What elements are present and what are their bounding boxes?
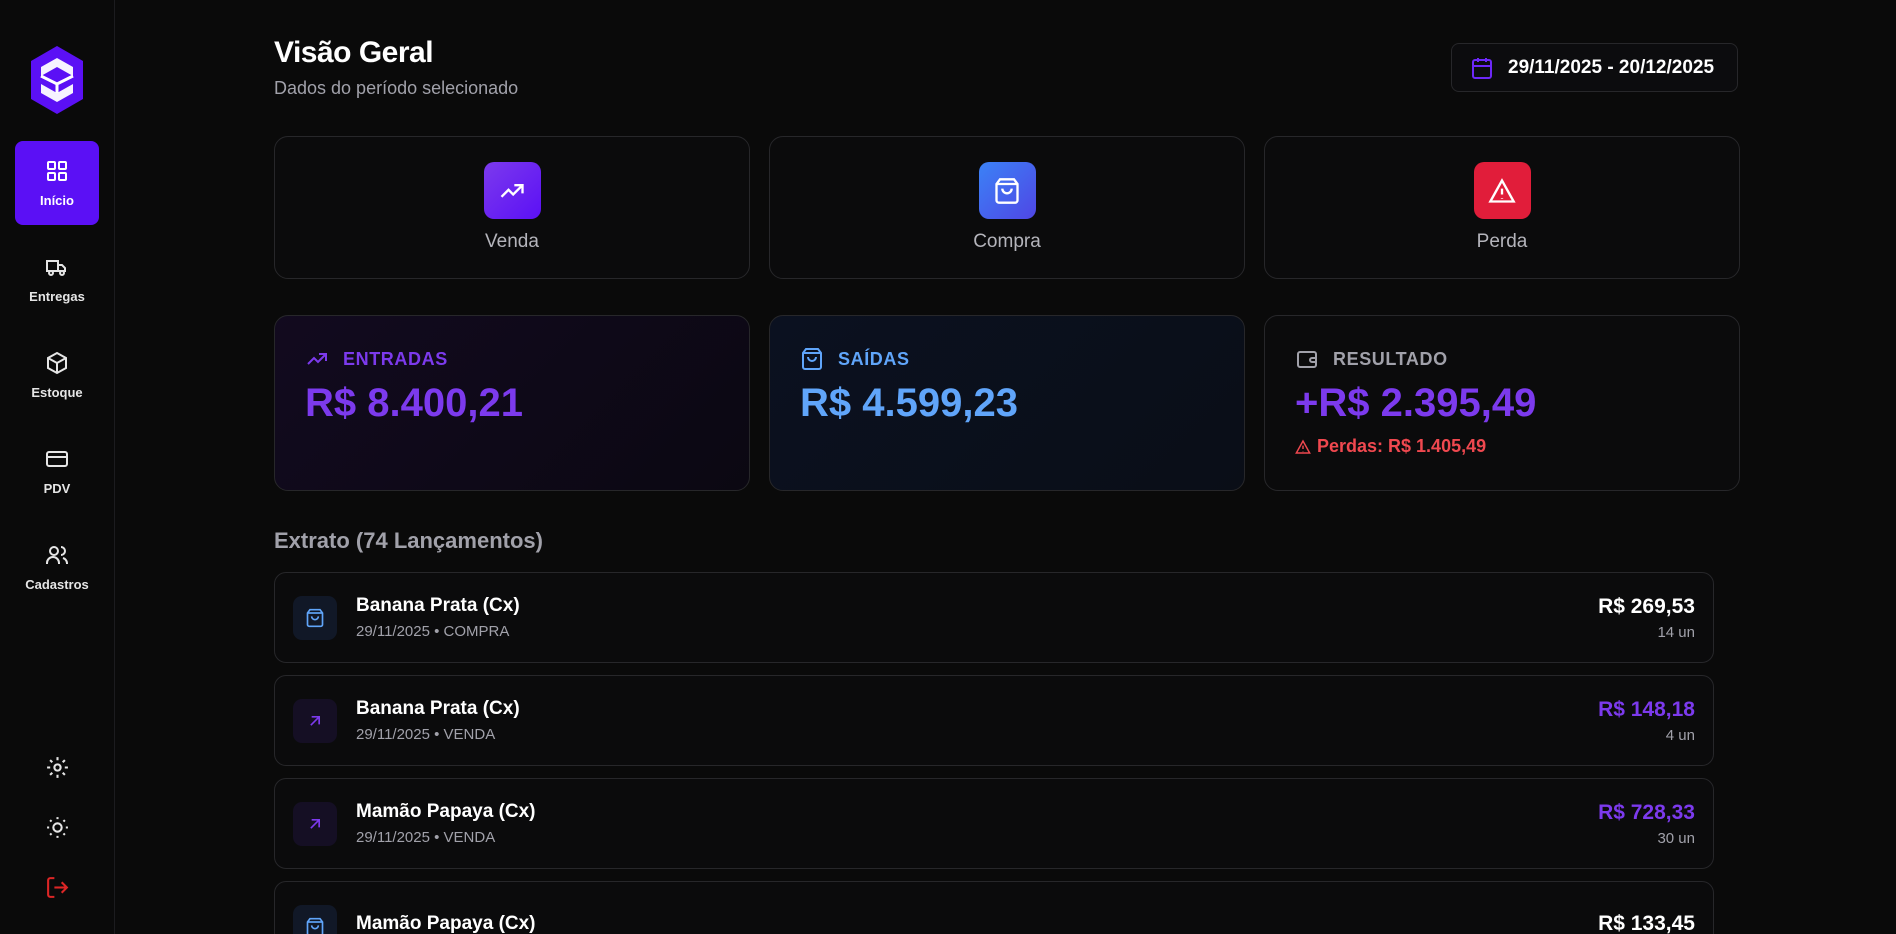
trending-up-icon (500, 183, 524, 198)
list-item[interactable]: Banana Prata (Cx) 29/11/2025 • VENDA R$ … (274, 675, 1714, 766)
action-icon-box (1473, 162, 1531, 219)
grid-icon (47, 160, 67, 181)
row-qty: 4 un (1665, 726, 1695, 744)
list-item[interactable]: Banana Prata (Cx) 29/11/2025 • COMPRA R$… (274, 572, 1714, 663)
row-name: Banana Prata (Cx) (356, 595, 520, 616)
sidebar-bottom (45, 755, 70, 900)
list-item[interactable]: Mamão Papaya (Cx) R$ 133,45 (274, 881, 1714, 934)
sidebar-item-label: PDV (43, 480, 71, 496)
saidas-value: R$ 4.599,23 (800, 381, 1018, 425)
entradas-card: ENTRADAS R$ 8.400,21 (274, 315, 750, 491)
list-item[interactable]: Mamão Papaya (Cx) 29/11/2025 • VENDA R$ … (274, 778, 1714, 869)
sidebar-item-cadastros[interactable]: Cadastros (15, 525, 99, 609)
row-name: Banana Prata (Cx) (356, 698, 520, 719)
sun-icon[interactable] (45, 815, 70, 840)
shopping-bag-icon (306, 608, 324, 627)
sidebar-item-inicio[interactable]: Início (15, 141, 99, 225)
wallet-icon (1297, 351, 1317, 368)
compra-action-button[interactable]: Compra (769, 136, 1245, 279)
stats-row: ENTRADAS R$ 8.400,21 SAÍDAS R$ 4.599,23 … (274, 315, 1896, 491)
loss-label: Perdas: R$ 1.405,49 (1317, 436, 1487, 456)
row-info: Banana Prata (Cx) 29/11/2025 • VENDA (356, 698, 520, 743)
truck-icon (46, 259, 66, 276)
row-right: R$ 728,33 30 un (1598, 801, 1695, 847)
extract-title: Extrato (74 Lançamentos) (274, 528, 543, 553)
main-content: Visão Geral Dados do período selecionado… (115, 0, 1896, 934)
row-amount: R$ 133,45 (1598, 912, 1695, 934)
row-icon-box (293, 801, 337, 846)
row-amount: R$ 728,33 (1598, 800, 1695, 824)
venda-action-button[interactable]: Venda (274, 136, 750, 279)
sidebar-nav: Início Entregas Estoque PDV Cadastros (0, 141, 114, 609)
action-icon-box (978, 162, 1036, 219)
users-icon (46, 545, 68, 564)
logout-icon[interactable] (45, 875, 70, 900)
row-right: R$ 269,53 14 un (1598, 595, 1695, 641)
stat-label: ENTRADAS (343, 348, 448, 369)
calendar-icon (1472, 57, 1492, 79)
quick-actions: Venda Compra Perda (274, 136, 1896, 279)
row-info: Mamão Papaya (Cx) 29/11/2025 • VENDA (356, 801, 536, 846)
action-label: Venda (485, 231, 539, 252)
stat-label: RESULTADO (1333, 348, 1448, 369)
row-icon-box (293, 698, 337, 743)
row-icon-box (293, 595, 337, 640)
sidebar-item-label: Início (40, 192, 74, 208)
row-meta: 29/11/2025 • VENDA (356, 726, 496, 743)
row-qty: 30 un (1657, 829, 1695, 847)
alert-triangle-icon (1295, 438, 1311, 454)
row-name: Mamão Papaya (Cx) (356, 801, 536, 822)
row-right: R$ 148,18 4 un (1598, 698, 1695, 744)
sidebar-item-estoque[interactable]: Estoque (15, 333, 99, 417)
sidebar-item-label: Cadastros (25, 576, 89, 592)
sidebar-item-pdv[interactable]: PDV (15, 429, 99, 513)
row-info: Banana Prata (Cx) 29/11/2025 • COMPRA (356, 595, 520, 640)
saidas-card: SAÍDAS R$ 4.599,23 (769, 315, 1245, 491)
arrow-up-right-icon (310, 818, 320, 829)
logo-icon[interactable] (29, 44, 85, 116)
row-name: Mamão Papaya (Cx) (356, 912, 536, 934)
row-meta: 29/11/2025 • VENDA (356, 829, 496, 846)
box-icon (47, 351, 67, 374)
date-range-label: 29/11/2025 - 20/12/2025 (1508, 56, 1715, 78)
row-amount: R$ 148,18 (1598, 697, 1695, 721)
stat-header: SAÍDAS (800, 347, 1214, 371)
row-meta: 29/11/2025 • COMPRA (356, 623, 510, 640)
shopping-bag-icon (995, 177, 1019, 204)
action-label: Compra (973, 231, 1041, 252)
row-qty: 14 un (1657, 623, 1695, 641)
shopping-bag-icon (306, 917, 324, 934)
arrow-up-right-icon (310, 715, 320, 726)
perda-action-button[interactable]: Perda (1264, 136, 1740, 279)
alert-triangle-icon (1488, 177, 1516, 203)
card-icon (46, 450, 68, 467)
row-icon-box (293, 904, 337, 934)
loss-indicator: Perdas: R$ 1.405,49 (1295, 436, 1709, 457)
shopping-bag-icon (802, 348, 822, 370)
sidebar-item-label: Estoque (31, 384, 83, 400)
row-right: R$ 133,45 (1598, 912, 1695, 934)
resultado-card: RESULTADO +R$ 2.395,49 Perdas: R$ 1.405,… (1264, 315, 1740, 491)
resultado-value: +R$ 2.395,49 (1295, 381, 1537, 425)
action-icon-box (483, 162, 541, 219)
extract-list: Banana Prata (Cx) 29/11/2025 • COMPRA R$… (274, 572, 1896, 934)
trending-up-icon (307, 353, 327, 365)
stat-header: RESULTADO (1295, 347, 1709, 371)
action-label: Perda (1476, 231, 1528, 252)
sidebar-item-label: Entregas (29, 288, 85, 304)
gear-icon[interactable] (45, 755, 70, 780)
entradas-value: R$ 8.400,21 (305, 381, 523, 425)
sidebar-item-entregas[interactable]: Entregas (15, 237, 99, 321)
stat-header: ENTRADAS (305, 347, 719, 371)
row-info: Mamão Papaya (Cx) (356, 913, 536, 934)
date-range-button[interactable]: 29/11/2025 - 20/12/2025 (1451, 43, 1738, 92)
stat-label: SAÍDAS (838, 348, 910, 369)
sidebar: Início Entregas Estoque PDV Cadastros (0, 0, 115, 934)
row-amount: R$ 269,53 (1598, 594, 1695, 618)
